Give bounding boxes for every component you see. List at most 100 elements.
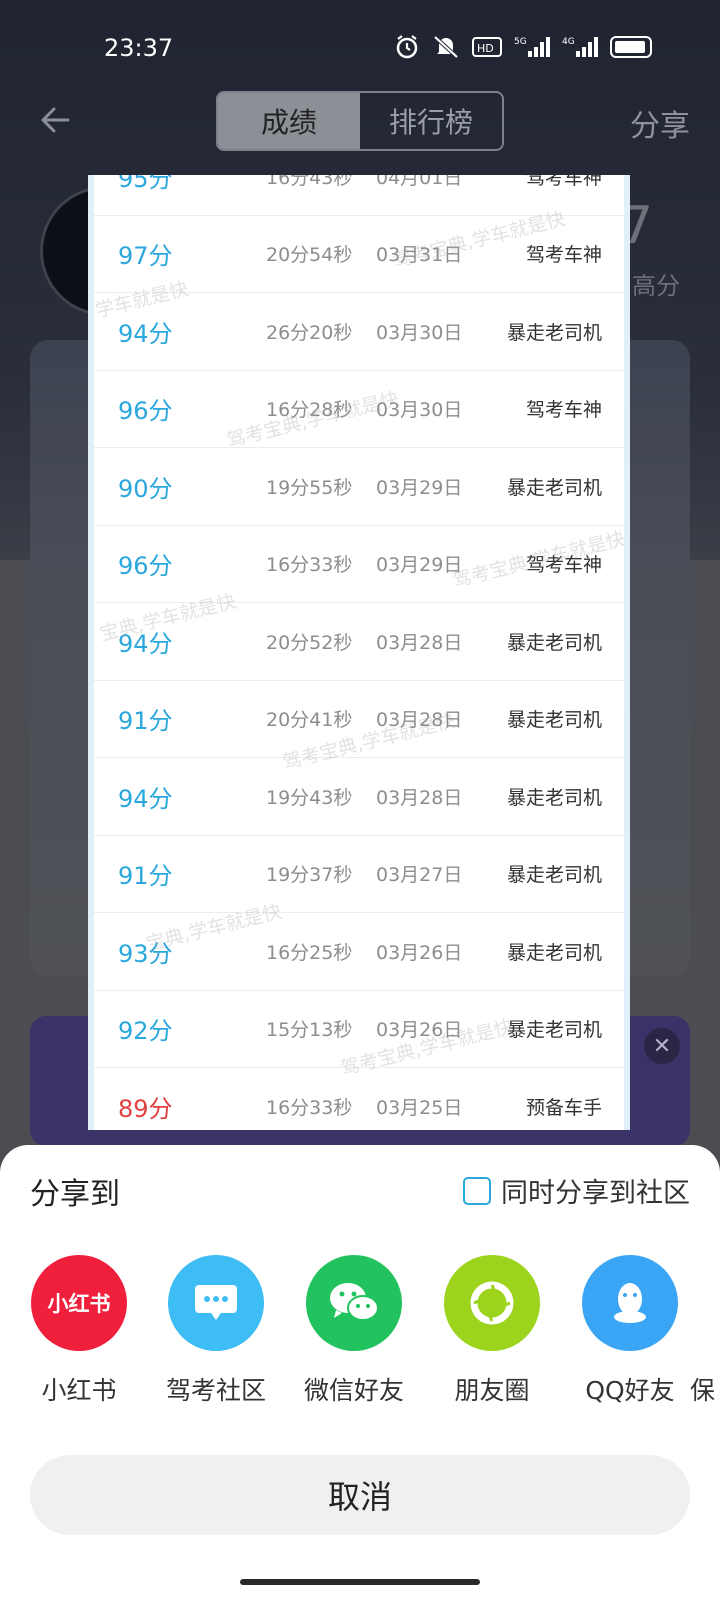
score-row: 97分 20分54秒 03月31日 驾考车神 (94, 216, 624, 293)
share-targets: 小红书 小红书 驾考社区 微信好友 朋友圈 QQ好友 保 (0, 1255, 720, 1415)
share-label: 朋友圈 (454, 1376, 530, 1405)
date-value: 03月28日 (376, 631, 463, 654)
share-label: 微信好友 (303, 1376, 404, 1405)
date-value: 03月29日 (376, 476, 463, 499)
date-value: 03月26日 (376, 941, 463, 964)
alarm-icon (394, 33, 420, 61)
share-label: 小红书 (41, 1376, 117, 1405)
rank-title: 暴走老司机 (506, 321, 602, 344)
score-row: 90分 19分55秒 03月29日 暴走老司机 (94, 448, 624, 526)
home-indicator (240, 1579, 480, 1585)
score-value: 94分 (118, 784, 173, 813)
share-community[interactable]: 驾考社区 (156, 1255, 276, 1407)
score-row: 94分 20分52秒 03月28日 暴走老司机 (94, 603, 624, 681)
svg-text:4G: 4G (562, 37, 575, 47)
back-arrow-icon[interactable] (38, 100, 74, 140)
xiaohongshu-logo-text: 小红书 (47, 1292, 111, 1316)
community-chat-icon[interactable] (168, 1255, 264, 1351)
score-value: 93分 (118, 939, 173, 968)
score-value: 96分 (118, 397, 173, 426)
duration-value: 20分41秒 (266, 709, 353, 732)
score-value: 95分 (118, 175, 173, 193)
share-wechat[interactable]: 微信好友 (294, 1255, 414, 1407)
svg-text:5G: 5G (514, 37, 527, 47)
share-label: QQ好友 (585, 1376, 675, 1405)
duration-value: 20分52秒 (266, 631, 353, 654)
banner-close-icon[interactable]: ✕ (644, 1028, 680, 1064)
duration-value: 20分54秒 (266, 244, 353, 267)
share-xiaohongshu[interactable]: 小红书 小红书 (19, 1255, 139, 1407)
score-value: 97分 (118, 242, 173, 271)
duration-value: 16分25秒 (266, 941, 353, 964)
sync-to-community-label: 同时分享到社区 (501, 1178, 690, 1209)
score-value: 92分 (118, 1017, 173, 1046)
rank-title: 暴走老司机 (506, 786, 602, 809)
svg-text:HD: HD (477, 42, 494, 55)
rank-title: 驾考车神 (525, 399, 602, 422)
share-label: 驾考社区 (165, 1376, 266, 1405)
rank-title: 暴走老司机 (506, 941, 602, 964)
date-value: 03月28日 (376, 786, 463, 809)
xiaohongshu-icon[interactable]: 小红书 (31, 1255, 127, 1351)
score-row: 96分 16分28秒 03月30日 驾考车神 (94, 371, 624, 448)
score-row: 92分 15分13秒 03月26日 暴走老司机 (94, 991, 624, 1068)
rank-title: 暴走老司机 (506, 709, 602, 732)
date-value: 03月30日 (376, 321, 463, 344)
wechat-icon[interactable] (306, 1255, 402, 1351)
rank-title: 驾考车神 (525, 244, 602, 267)
share-moments[interactable]: 朋友圈 (432, 1255, 552, 1407)
duration-value: 19分55秒 (266, 476, 353, 499)
share-save-partial[interactable]: 保 (690, 1255, 720, 1407)
share-label: 保 (690, 1376, 716, 1405)
score-value: 94分 (118, 319, 173, 348)
date-value: 03月25日 (376, 1096, 463, 1119)
status-icons: HD 5G 4G (394, 32, 652, 62)
rank-title: 驾考车神 (525, 554, 602, 577)
date-value: 04月01日 (376, 175, 463, 189)
score-row: 91分 20分41秒 03月28日 暴走老司机 (94, 681, 624, 758)
sync-to-community-checkbox[interactable]: 同时分享到社区 (463, 1171, 690, 1210)
score-row: 96分 16分33秒 03月29日 驾考车神 (94, 526, 624, 603)
date-value: 03月28日 (376, 709, 463, 732)
score-value: 91分 (118, 707, 173, 736)
signal-4g-icon: 4G (562, 33, 598, 61)
duration-value: 26分20秒 (266, 321, 353, 344)
rank-title: 暴走老司机 (506, 476, 602, 499)
duration-value: 16分33秒 (266, 554, 353, 577)
rank-title: 暴走老司机 (506, 631, 602, 654)
duration-value: 15分13秒 (266, 1019, 353, 1042)
tab-scores[interactable]: 成绩 (218, 93, 360, 149)
share-qq[interactable]: QQ好友 (570, 1255, 690, 1407)
score-list: 95分 16分43秒 04月01日 驾考车神 97分 20分54秒 03月31日 驾考车神 94… (94, 175, 624, 1130)
segmented-tabs: 成绩 排行榜 (216, 91, 504, 151)
score-row: 89分 16分33秒 03月25日 预备车手 (94, 1068, 624, 1130)
score-row: 94分 26分20秒 03月30日 暴走老司机 (94, 293, 624, 371)
signal-5g-icon: 5G (514, 33, 550, 61)
score-value: 90分 (118, 474, 173, 503)
score-row: 94分 19分43秒 03月28日 暴走老司机 (94, 758, 624, 836)
duration-value: 19分37秒 (266, 864, 353, 887)
background-stat-label: 高分 (632, 272, 680, 300)
score-row: 93分 16分25秒 03月26日 暴走老司机 (94, 913, 624, 991)
score-value: 91分 (118, 862, 173, 891)
checkbox-icon[interactable] (463, 1176, 491, 1205)
share-sheet: 分享到 同时分享到社区 小红书 小红书 驾考社区 微信好友 朋友圈 QQ好友 保… (0, 1145, 720, 1600)
duration-value: 16分43秒 (266, 175, 353, 189)
mute-icon (432, 33, 460, 61)
rank-title: 预备车手 (525, 1096, 602, 1119)
cancel-button[interactable]: 取消 (30, 1455, 690, 1535)
duration-value: 16分28秒 (266, 399, 353, 422)
share-button[interactable]: 分享 (630, 101, 690, 145)
score-value: 96分 (118, 552, 173, 581)
qq-icon[interactable] (582, 1255, 678, 1351)
rank-title: 驾考车神 (525, 175, 602, 189)
score-row: 91分 19分37秒 03月27日 暴走老司机 (94, 836, 624, 913)
duration-value: 19分43秒 (266, 786, 353, 809)
rank-title: 暴走老司机 (506, 1019, 602, 1042)
date-value: 03月30日 (376, 399, 463, 422)
tab-leaderboard[interactable]: 排行榜 (360, 93, 502, 149)
date-value: 03月31日 (376, 244, 463, 267)
moments-icon[interactable] (444, 1255, 540, 1351)
date-value: 03月29日 (376, 554, 463, 577)
score-row: 95分 16分43秒 04月01日 驾考车神 (94, 175, 624, 216)
